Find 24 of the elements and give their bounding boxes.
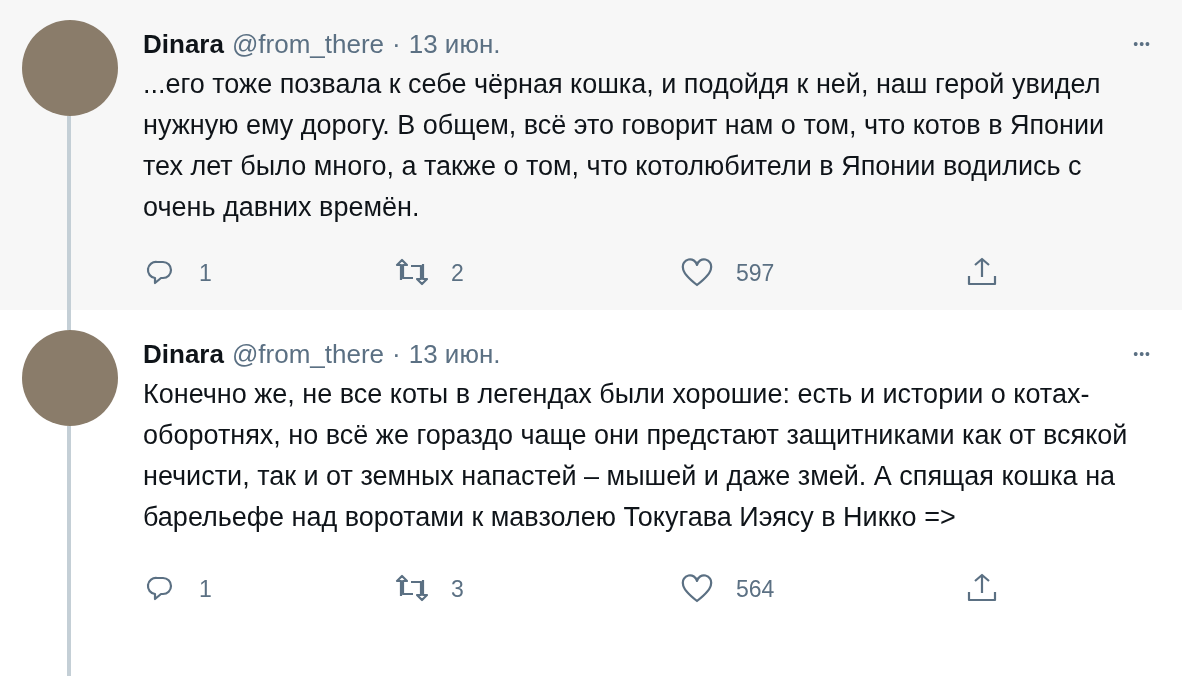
retweet-button[interactable]: 2 (395, 256, 464, 291)
share-button[interactable] (965, 256, 999, 286)
separator-dot: · (392, 337, 401, 371)
more-options-button[interactable]: ••• (1133, 33, 1151, 55)
heart-icon (680, 258, 714, 289)
like-button[interactable]: 564 (680, 572, 775, 607)
like-button[interactable]: 597 (680, 256, 775, 291)
share-icon (965, 572, 999, 602)
tweet-date[interactable]: 13 июн. (408, 24, 501, 64)
share-button[interactable] (965, 572, 999, 602)
tweet-date[interactable]: 13 июн. (408, 334, 501, 374)
retweet-button[interactable]: 3 (395, 572, 464, 607)
reply-button[interactable]: 1 (143, 256, 212, 291)
user-name[interactable]: Dinara (143, 334, 224, 374)
user-handle[interactable]: @from_there (231, 24, 385, 64)
user-name[interactable]: Dinara (143, 24, 224, 64)
tweet-text: ...его тоже позвала к себе чёрная кошка, и подойдя к ней, наш герой увидел нужную ему дорогу. В общем, всё это говорит нам о том, что котов в Японии тех лет было много, а также о том, что котолюбители в Японии водились с очень давних времён. (143, 68, 1106, 224)
user-handle[interactable]: @from_there (231, 334, 385, 374)
separator-dot: · (392, 27, 401, 61)
heart-icon (680, 574, 714, 605)
reply-button[interactable]: 1 (143, 572, 212, 607)
more-options-button[interactable]: ••• (1133, 343, 1151, 365)
tweet-text: Конечно же, не все коты в легендах были хорошие: есть и истории о котах-оборотнях, но всё же гораздо чаще они предстают защитниками как от всякой нечисти, так и от земных напастей – мышей и даже змей. А спящая кошка на барельефе над воротами к мавзолею Токугава Иэясу в Никко => (143, 378, 1128, 534)
share-icon (965, 256, 999, 286)
